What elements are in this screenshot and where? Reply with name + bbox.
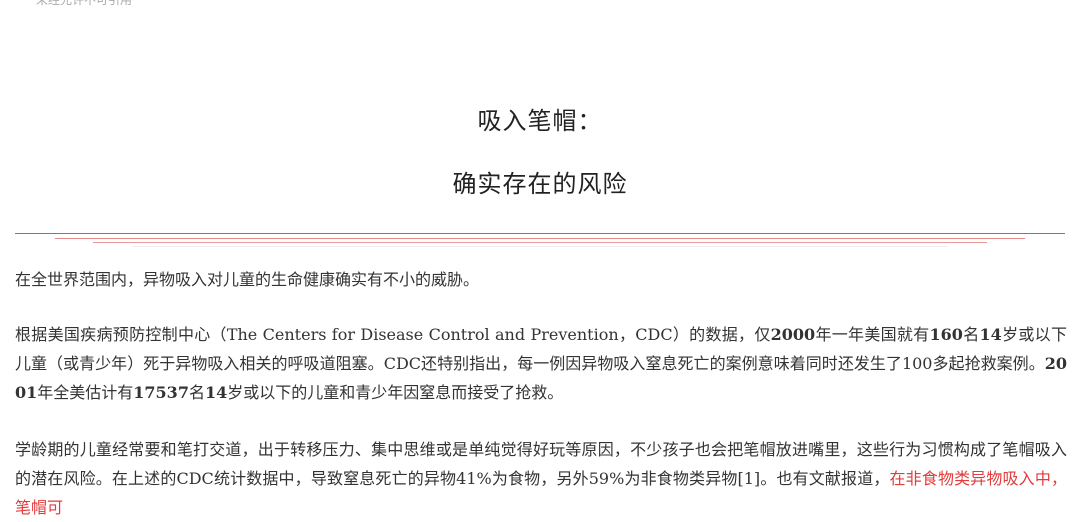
decorative-divider-1 — [15, 233, 1065, 234]
bold-number: 14 — [204, 383, 228, 402]
article-title-line-2: 确实存在的风险 — [452, 170, 628, 198]
text-segment: 名 — [188, 383, 205, 402]
bold-number: 14 — [979, 325, 1002, 344]
text-segment: 岁或以下的儿童和青少年因窒息而接受了抢救。 — [227, 383, 564, 402]
citation-notice: 未经允许不可引用 — [36, 0, 133, 7]
bold-number: 2000 — [770, 325, 816, 344]
paragraph-school-age-risk: 学龄期的儿童经常要和笔打交道，出于转移压力、集中思维或是单纯觉得好玩等原因，不少… — [15, 435, 1067, 522]
article-title-line-1: 吸入笔帽： — [477, 107, 603, 135]
decorative-divider-4 — [132, 246, 948, 247]
bold-number: 17537 — [133, 383, 189, 402]
paragraph-intro: 在全世界范围内，异物吸入对儿童的生命健康确实有不小的威胁。 — [15, 270, 480, 289]
text-segment: 年全美估计有 — [37, 383, 134, 402]
bold-number: 160 — [929, 325, 963, 344]
text-segment: 名 — [962, 325, 980, 344]
decorative-divider-3 — [93, 242, 987, 243]
text-segment: 根据美国疾病预防控制中心（The Centers for Disease Con… — [15, 325, 771, 344]
text-segment: 年一年美国就有 — [815, 325, 930, 344]
decorative-divider-2 — [55, 238, 1025, 239]
paragraph-cdc-statistics: 根据美国疾病预防控制中心（The Centers for Disease Con… — [15, 320, 1067, 407]
